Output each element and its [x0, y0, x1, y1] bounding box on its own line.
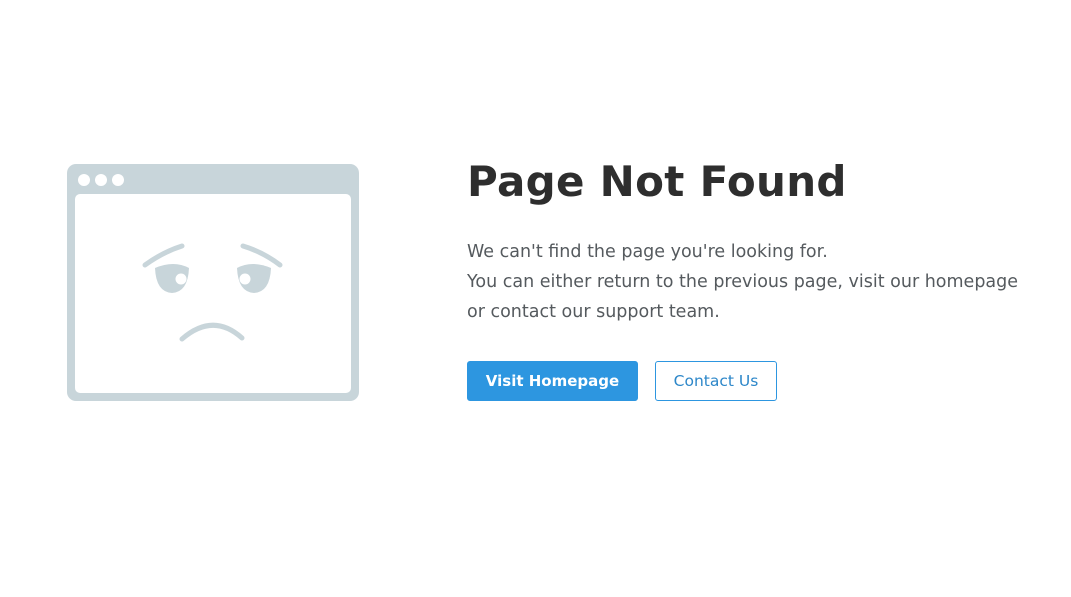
sad-browser-window-icon: [67, 164, 359, 401]
error-message-line: You can either return to the previous pa…: [467, 272, 1019, 292]
error-content: Page Not Found We can't find the page yo…: [467, 152, 1057, 401]
error-message: We can't find the page you're looking fo…: [467, 237, 1057, 327]
contact-us-button[interactable]: Contact Us: [655, 361, 777, 401]
error-message-line: We can't find the page you're looking fo…: [467, 242, 828, 262]
page-title: Page Not Found: [467, 157, 847, 206]
action-buttons: Visit Homepage Contact Us: [467, 361, 1057, 401]
visit-homepage-button[interactable]: Visit Homepage: [467, 361, 638, 401]
error-message-line: or contact our support team.: [467, 302, 720, 322]
